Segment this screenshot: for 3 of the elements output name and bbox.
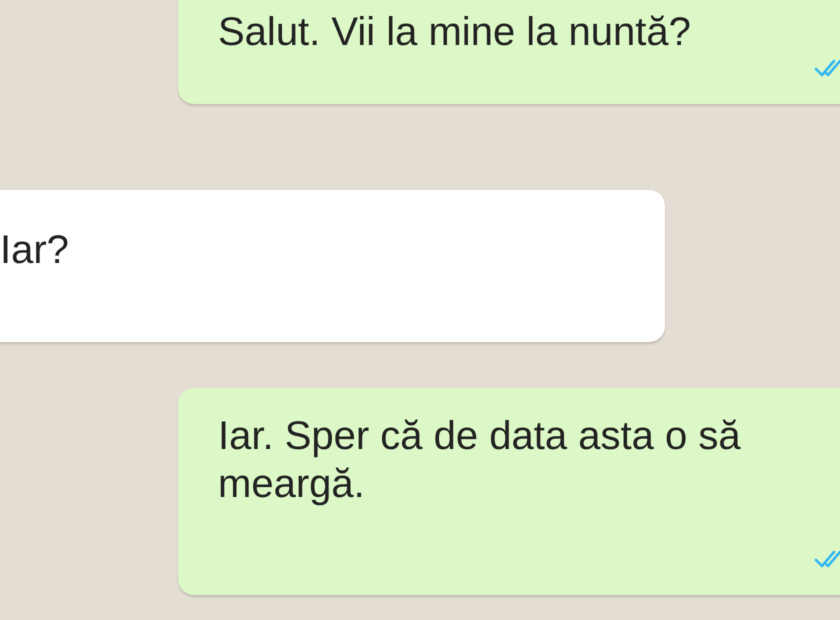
message-text: Iar? (0, 227, 70, 274)
message-text: Iar. Sper că de data asta o să meargă. (218, 413, 742, 508)
message-text: Salut. Vii la mine la nuntă? (218, 9, 692, 56)
